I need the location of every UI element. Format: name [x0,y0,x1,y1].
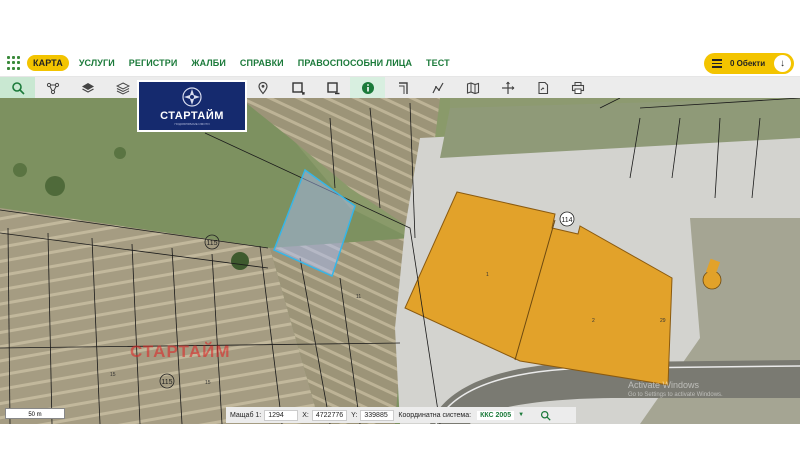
menu-icon [712,57,722,70]
x-label: X: [302,411,309,419]
select-rect-minus-tool-button[interactable] [315,77,350,98]
crs-label: Координатна система: [398,411,472,419]
info-icon [361,81,374,94]
activate-windows-subtitle: Go to Settings to activate Windows. [628,392,723,398]
label-115-a: 115 [206,240,217,247]
coordinates-bar: Мащаб 1: 1294 X: 4722776 Y: 339885 Коорд… [226,407,576,423]
search-tool-button[interactable] [0,77,35,98]
nav-item-karta[interactable]: КАРТА [27,55,69,71]
objects-label: 0 Обекти [730,59,766,68]
crosshair-icon [501,81,514,94]
crs-select[interactable]: ККС 2005 [477,410,515,420]
label-115-b: 115 [161,379,172,386]
nav-item-zhalbi[interactable]: ЖАЛБИ [191,58,226,68]
document-tool-button[interactable] [525,77,560,98]
map-book-icon [466,81,479,94]
stack-tool-button[interactable] [105,77,140,98]
search-icon [11,81,25,95]
print-tool-button[interactable] [560,77,595,98]
location-pin-icon [257,81,268,94]
scale-label: Мащаб 1: [230,411,262,419]
label-parcel-29: 29 [660,318,666,324]
nav-item-test[interactable]: ТЕСТ [426,58,450,68]
route-tool-button[interactable] [35,77,70,98]
crs-dropdown-icon[interactable]: ▼ [518,412,524,418]
arrow-down-icon: ↓ [774,55,791,72]
select-rect-minus-icon [326,81,339,94]
top-nav-bar: КАРТА УСЛУГИ РЕГИСТРИ ЖАЛБИ СПРАВКИ ПРАВ… [0,50,800,77]
label-parcel-15b: 15 [205,380,211,386]
label-parcel-1: 1 [486,272,489,278]
coordinate-search-icon[interactable] [540,410,551,421]
layers-icon [81,82,94,93]
activate-windows-title: Activate Windows [628,380,700,390]
route-icon [46,82,59,94]
objects-button[interactable]: 0 Обекти ↓ [704,53,794,74]
map-book-tool-button[interactable] [455,77,490,98]
location-tool-button[interactable] [245,77,280,98]
print-icon [571,81,584,94]
nav-item-spravki[interactable]: СПРАВКИ [240,58,284,68]
select-rect-icon [291,81,305,95]
map-canvas[interactable]: 115 115 114 1 2 29 15 11 15 СТАРТАЙМ Act… [0,98,800,424]
nav-item-registri[interactable]: РЕГИСТРИ [129,58,178,68]
scale-input[interactable]: 1294 [264,409,299,421]
layers-tool-button[interactable] [70,77,105,98]
nav-item-uslugi[interactable]: УСЛУГИ [79,58,115,68]
map-watermark: СТАРТАЙМ [130,342,231,361]
label-parcel-2: 2 [592,318,595,324]
measure-path-tool-button[interactable] [420,77,455,98]
nav-item-pravosposobni-lica[interactable]: ПРАВОСПОСОБНИ ЛИЦА [298,58,412,68]
label-parcel-15: 15 [110,372,116,378]
stack-icon [115,81,130,95]
apps-grid-icon[interactable] [7,56,21,70]
select-rect-tool-button[interactable] [280,77,315,98]
map-toolbar [0,77,800,98]
scale-bar: 50 m [5,408,65,419]
logo-text: СТАРТАЙМ [160,110,224,122]
x-coordinate-value: 4722776 [311,409,348,421]
document-icon [537,81,548,94]
label-parcel-11: 11 [356,294,361,300]
label-114: 114 [561,217,572,224]
measure-angle-tool-button[interactable] [385,77,420,98]
measure-path-icon [431,82,444,93]
measure-angle-icon [398,81,408,94]
y-label: Y: [351,411,358,419]
logo-subtitle: ПОДОБРЯВАМЕ ИМОТИ [174,122,210,126]
map-imagery: 115 115 114 1 2 29 15 11 15 [0,98,800,424]
y-coordinate-value: 339885 [360,409,395,421]
crosshair-tool-button[interactable] [490,77,525,98]
startaim-emblem-icon [182,87,202,107]
startaim-logo: СТАРТАЙМ ПОДОБРЯВАМЕ ИМОТИ [137,80,247,132]
scale-bar-label: 50 m [28,412,42,418]
info-tool-button[interactable] [350,77,385,98]
